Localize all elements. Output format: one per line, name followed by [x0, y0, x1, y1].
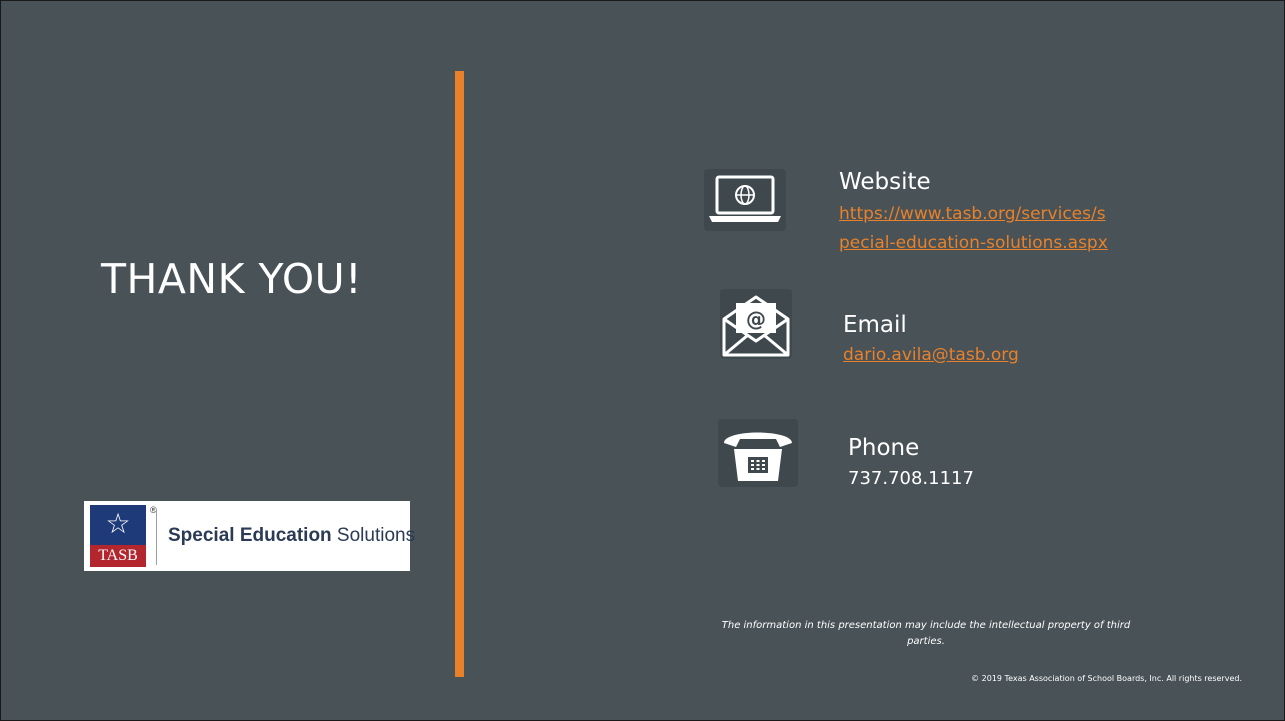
tasb-badge-text: TASB	[98, 547, 138, 564]
email-label: Email	[843, 312, 907, 338]
disclaimer-text: The information in this presentation may…	[721, 620, 1131, 647]
logo-separator	[156, 509, 157, 565]
email-link[interactable]: dario.avila@tasb.org	[843, 341, 1019, 370]
tasb-logo: ☆ TASB ® Special Education Solutions	[84, 501, 415, 571]
website-link-line1: https://www.tasb.org/services/s	[839, 204, 1106, 224]
phone-number: 737.708.1117	[848, 468, 974, 489]
vertical-divider	[455, 71, 464, 677]
tasb-badge: ☆ TASB ®	[90, 505, 157, 567]
logo-wordmark: Special Education Solutions	[168, 501, 415, 571]
logo-wordmark-light: Solutions	[331, 525, 416, 546]
copyright-text: © 2019 Texas Association of School Board…	[971, 674, 1242, 683]
slide-heading: THANK YOU!	[101, 255, 363, 303]
star-icon: ☆	[105, 507, 131, 540]
website-link-line2: pecial-education-solutions.aspx	[839, 233, 1108, 253]
website-label: Website	[839, 169, 931, 195]
logo-wordmark-bold: Special Education	[168, 525, 332, 546]
slide: THANK YOU! ☆ TASB ® Special Education So…	[0, 0, 1285, 721]
svg-text:@: @	[746, 307, 766, 331]
phone-label: Phone	[848, 435, 920, 461]
telephone-icon	[718, 419, 798, 487]
laptop-globe-icon	[704, 169, 786, 231]
website-link[interactable]: https://www.tasb.org/services/s pecial-e…	[839, 200, 1108, 258]
envelope-at-icon: @	[720, 289, 792, 359]
